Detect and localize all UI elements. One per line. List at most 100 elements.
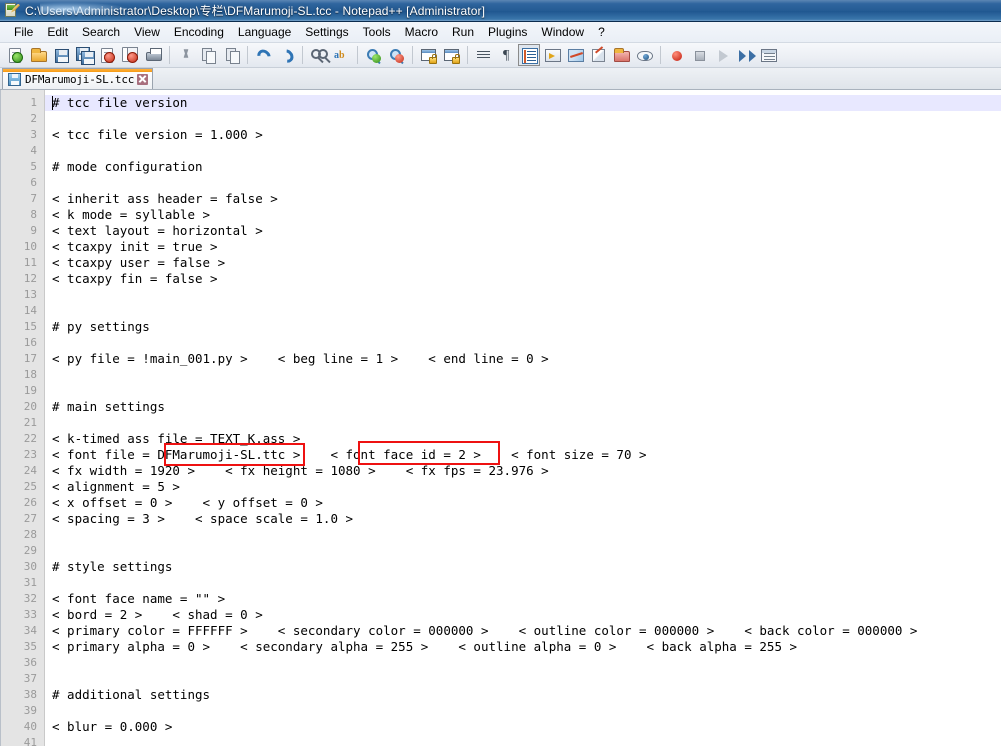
- line-number: 11: [23, 256, 37, 269]
- code-line[interactable]: [45, 527, 1001, 543]
- editor-area[interactable]: 1 2 3 4 5 6 7 8 9 10 11 12 13 14 15 16 17 18 19 20 21 22 23 24 2…: [0, 90, 1001, 746]
- code-line[interactable]: [45, 655, 1001, 671]
- code-line[interactable]: [45, 175, 1001, 191]
- code-line[interactable]: # tcc file version: [45, 95, 1001, 111]
- paste-icon[interactable]: [220, 44, 242, 66]
- print-icon[interactable]: [142, 44, 164, 66]
- menu-item-help[interactable]: ?: [591, 23, 612, 42]
- code-line[interactable]: < primary color = FFFFFF > < secondary c…: [45, 623, 1001, 639]
- copy-icon[interactable]: [197, 44, 219, 66]
- find-icon[interactable]: [307, 44, 329, 66]
- code-line[interactable]: < alignment = 5 >: [45, 479, 1001, 495]
- code-line[interactable]: < font face name = "" >: [45, 591, 1001, 607]
- close-all-files-icon[interactable]: [119, 44, 141, 66]
- menu-item-settings[interactable]: Settings: [298, 23, 355, 42]
- code-line[interactable]: < primary alpha = 0 > < secondary alpha …: [45, 639, 1001, 655]
- code-line[interactable]: < py file = !main_001.py > < beg line = …: [45, 351, 1001, 367]
- menu-item-file[interactable]: File: [7, 23, 40, 42]
- save-icon[interactable]: [50, 44, 72, 66]
- code-line[interactable]: [45, 367, 1001, 383]
- menu-item-run[interactable]: Run: [445, 23, 481, 42]
- code-line[interactable]: [45, 415, 1001, 431]
- menu-item-tools[interactable]: Tools: [356, 23, 398, 42]
- run-macro-multiple-icon[interactable]: [734, 44, 756, 66]
- record-macro-icon[interactable]: [665, 44, 687, 66]
- code-line[interactable]: # py settings: [45, 319, 1001, 335]
- code-text-area[interactable]: # tcc file version < tcc file version = 1…: [45, 90, 1001, 746]
- line-number-gutter: 1 2 3 4 5 6 7 8 9 10 11 12 13 14 15 16 17 18 19 20 21 22 23 24 2…: [1, 90, 45, 746]
- code-line[interactable]: < tcaxpy user = false >: [45, 255, 1001, 271]
- document-map-icon[interactable]: [564, 44, 586, 66]
- stop-recording-icon[interactable]: [688, 44, 710, 66]
- code-line[interactable]: < x offset = 0 > < y offset = 0 >: [45, 495, 1001, 511]
- code-line[interactable]: # additional settings: [45, 687, 1001, 703]
- sync-horizontal-scroll-icon[interactable]: [440, 44, 462, 66]
- code-line[interactable]: [45, 735, 1001, 746]
- menu-item-macro[interactable]: Macro: [398, 23, 445, 42]
- folder-as-workspace-icon[interactable]: [610, 44, 632, 66]
- zoom-out-icon[interactable]: [385, 44, 407, 66]
- code-line[interactable]: < k mode = syllable >: [45, 207, 1001, 223]
- indent-guide-icon[interactable]: [518, 44, 540, 66]
- saved-file-icon: [8, 72, 21, 86]
- code-line[interactable]: [45, 383, 1001, 399]
- code-line[interactable]: < inherit ass header = false >: [45, 191, 1001, 207]
- code-line[interactable]: < tcaxpy init = true >: [45, 239, 1001, 255]
- sync-vertical-scroll-icon[interactable]: [417, 44, 439, 66]
- menu-item-window[interactable]: Window: [534, 23, 591, 42]
- word-wrap-icon[interactable]: [472, 44, 494, 66]
- line-number: 14: [23, 304, 37, 317]
- code-line[interactable]: [45, 671, 1001, 687]
- menu-item-plugins[interactable]: Plugins: [481, 23, 534, 42]
- code-line[interactable]: < blur = 0.000 >: [45, 719, 1001, 735]
- code-line[interactable]: # mode configuration: [45, 159, 1001, 175]
- function-list-icon[interactable]: [587, 44, 609, 66]
- code-line[interactable]: [45, 303, 1001, 319]
- notepad-plus-plus-icon: [4, 2, 20, 19]
- code-line[interactable]: < fx width = 1920 > < fx height = 1080 >…: [45, 463, 1001, 479]
- new-file-icon[interactable]: [4, 44, 26, 66]
- redo-icon[interactable]: [275, 44, 297, 66]
- line-number: 33: [23, 608, 37, 621]
- menu-item-edit[interactable]: Edit: [40, 23, 75, 42]
- line-number: 40: [23, 720, 37, 733]
- close-icon[interactable]: [137, 73, 149, 85]
- replace-icon[interactable]: ab: [330, 44, 352, 66]
- code-line[interactable]: [45, 335, 1001, 351]
- cut-icon[interactable]: [174, 44, 196, 66]
- code-line[interactable]: [45, 543, 1001, 559]
- save-all-icon[interactable]: [73, 44, 95, 66]
- zoom-in-icon[interactable]: [362, 44, 384, 66]
- code-line[interactable]: # style settings: [45, 559, 1001, 575]
- code-line[interactable]: [45, 287, 1001, 303]
- play-macro-icon[interactable]: [711, 44, 733, 66]
- code-line[interactable]: # main settings: [45, 399, 1001, 415]
- line-number: 28: [23, 528, 37, 541]
- code-line[interactable]: < spacing = 3 > < space scale = 1.0 >: [45, 511, 1001, 527]
- monitoring-icon[interactable]: [633, 44, 655, 66]
- menu-item-encoding[interactable]: Encoding: [167, 23, 231, 42]
- code-line[interactable]: < text layout = horizontal >: [45, 223, 1001, 239]
- code-line[interactable]: < k-timed ass file = TEXT_K.ass >: [45, 431, 1001, 447]
- udl-dialog-icon[interactable]: [541, 44, 563, 66]
- code-line[interactable]: [45, 143, 1001, 159]
- run-dialog-icon[interactable]: [757, 44, 779, 66]
- menu-item-view[interactable]: View: [127, 23, 167, 42]
- code-line[interactable]: < tcc file version = 1.000 >: [45, 127, 1001, 143]
- toolbar-separator: [169, 46, 170, 64]
- toolbar-separator: [247, 46, 248, 64]
- code-line[interactable]: < tcaxpy fin = false >: [45, 271, 1001, 287]
- show-all-characters-icon[interactable]: ¶: [495, 44, 517, 66]
- toolbar-separator: [412, 46, 413, 64]
- code-line[interactable]: [45, 703, 1001, 719]
- code-line[interactable]: < font file = DFMarumoji-SL.ttc > < font…: [45, 447, 1001, 463]
- code-line[interactable]: [45, 111, 1001, 127]
- menu-item-search[interactable]: Search: [75, 23, 127, 42]
- menu-item-language[interactable]: Language: [231, 23, 298, 42]
- code-line[interactable]: < bord = 2 > < shad = 0 >: [45, 607, 1001, 623]
- code-line[interactable]: [45, 575, 1001, 591]
- close-file-icon[interactable]: [96, 44, 118, 66]
- tab-dfmarumoji-sl-tcc[interactable]: DFMarumoji-SL.tcc: [2, 68, 154, 89]
- undo-icon[interactable]: [252, 44, 274, 66]
- open-file-icon[interactable]: [27, 44, 49, 66]
